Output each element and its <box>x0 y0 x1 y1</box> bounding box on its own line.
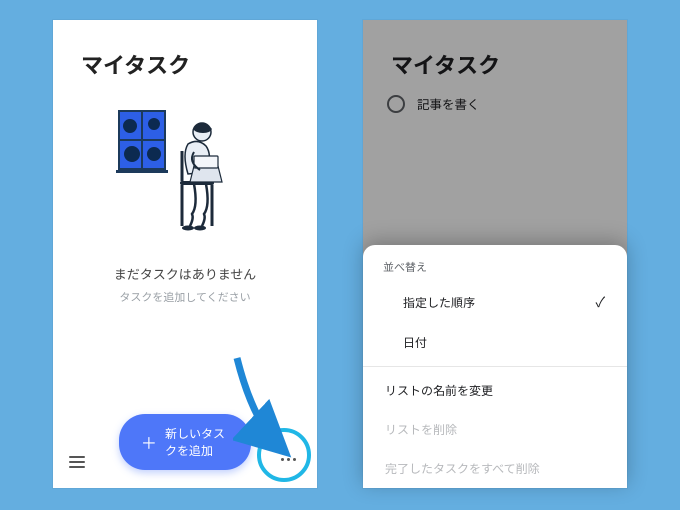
empty-heading: まだタスクはありません <box>53 264 317 283</box>
add-task-button[interactable]: ＋ 新しいタスクを追加 <box>119 414 251 470</box>
screen-task-list-overflow: マイタスク 記事を書く 並べ替え 指定した順序 ✓ 日付 リストの名前を変更 リ… <box>363 20 627 488</box>
screen-empty-tasks: マイタスク <box>53 20 317 488</box>
delete-list-item: リストを削除 <box>363 410 627 449</box>
rename-list-item[interactable]: リストの名前を変更 <box>363 371 627 410</box>
divider <box>363 366 627 367</box>
sort-option-custom-order[interactable]: 指定した順序 ✓ <box>363 281 627 323</box>
menu-button[interactable] <box>69 456 85 468</box>
sort-option-label: 日付 <box>403 334 427 351</box>
page-title: マイタスク <box>53 20 317 88</box>
more-options-button[interactable] <box>269 440 307 478</box>
sort-option-label: 指定した順序 <box>403 294 475 311</box>
checkmark-icon: ✓ <box>595 292 605 312</box>
empty-illustration <box>53 96 317 246</box>
delete-completed-item: 完了したタスクをすべて削除 <box>363 449 627 488</box>
plus-icon: ＋ <box>141 434 157 450</box>
empty-subtext: タスクを追加してください <box>53 289 317 305</box>
sort-option-date[interactable]: 日付 <box>363 323 627 362</box>
sort-section-label: 並べ替え <box>363 259 627 281</box>
overflow-bottom-sheet: 並べ替え 指定した順序 ✓ 日付 リストの名前を変更 リストを削除 完了したタス… <box>363 245 627 488</box>
add-task-label: 新しいタスクを追加 <box>165 425 229 459</box>
